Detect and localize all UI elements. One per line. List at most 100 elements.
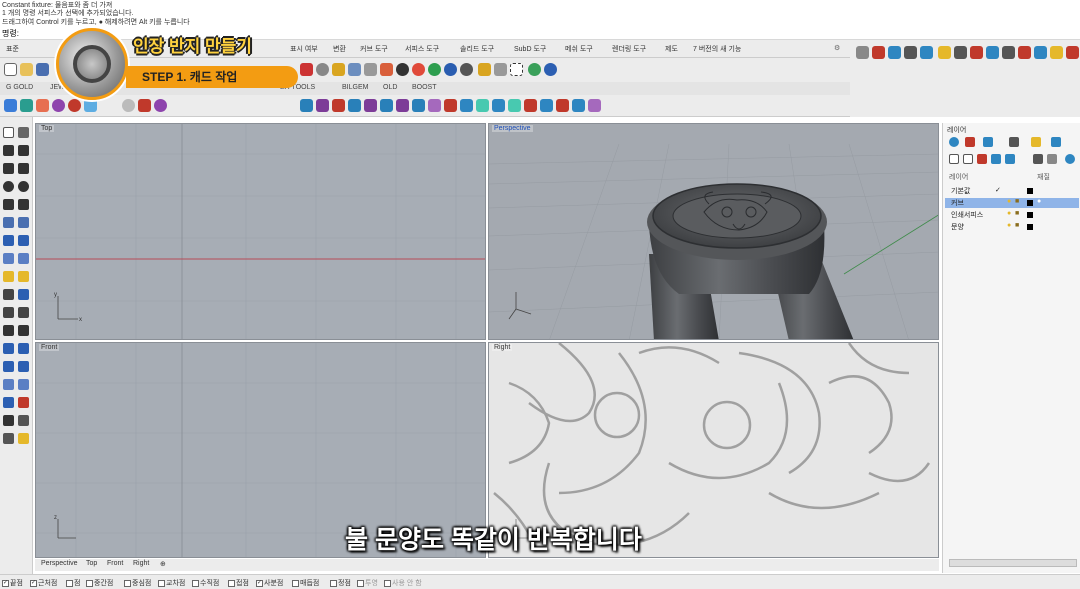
snap-perpendicular[interactable]: 수직점 [192,578,219,588]
toolbar-tool-icon[interactable] [954,46,967,59]
toolbar-tool-icon[interactable] [122,99,135,112]
checkbox-icon[interactable] [192,579,199,587]
layer-row[interactable]: 커브 ● ■ ● [945,198,1079,208]
lock-icon[interactable]: ■ [1015,198,1019,205]
toolbar-tool-icon[interactable] [492,99,505,112]
layer-name[interactable]: 인쇄서피스 [951,210,983,220]
filter-icon[interactable] [1033,154,1043,164]
open-folder-icon[interactable] [20,63,33,76]
gem-icon[interactable] [20,99,33,112]
edit-icon[interactable] [18,289,29,300]
environment-tab-icon[interactable] [1051,137,1061,147]
toolbar-tool-icon[interactable] [348,99,361,112]
toolbar-tool-icon[interactable] [494,63,507,76]
help-icon[interactable] [1065,154,1075,164]
edit-icon[interactable] [3,307,14,318]
viewport-perspective[interactable]: Perspective [488,123,939,340]
bulb-icon[interactable]: ● [1007,198,1011,205]
bulb-icon[interactable]: ● [1007,222,1011,229]
toolbar-tool-icon[interactable] [920,46,933,59]
viewport-label-top[interactable]: Top [39,125,55,132]
gem-icon[interactable] [68,99,81,112]
tab-old[interactable]: OLD [383,84,397,91]
toolbar-tool-icon[interactable] [364,63,377,76]
toolbar-tool-icon[interactable] [904,46,917,59]
tab-perspective[interactable]: Perspective [41,560,78,567]
toolbar-tool-icon[interactable] [986,46,999,59]
analyze-icon[interactable] [18,361,29,372]
gem-icon[interactable] [36,99,49,112]
snap-disable[interactable]: 사용 안 함 [384,578,422,588]
layers-tab-icon[interactable] [949,137,959,147]
lock-icon[interactable]: ■ [1015,210,1019,217]
dimension-icon[interactable] [18,397,29,408]
surface-icon[interactable] [18,217,29,228]
select-arrow-icon[interactable] [3,127,14,138]
toolbar-tool-icon[interactable] [428,63,441,76]
tab-visibility[interactable]: 표시 여부 [290,44,318,54]
bulb-icon[interactable]: ● [1007,210,1011,217]
material-circle-icon[interactable]: ● [1037,198,1041,205]
tab-standard[interactable]: 표준 [6,44,19,54]
checkbox-icon[interactable] [292,579,299,587]
checkbox-icon[interactable] [357,579,364,587]
move-up-icon[interactable] [991,154,1001,164]
render-icon[interactable] [3,379,14,390]
tab-front[interactable]: Front [107,560,123,567]
checkbox-icon[interactable] [384,579,391,587]
layer-color-swatch[interactable] [1027,200,1033,206]
layer-color-swatch[interactable] [1027,212,1033,218]
toolbar-tool-icon[interactable] [444,99,457,112]
tab-new-in-v7[interactable]: 7 버전의 새 기능 [693,44,741,54]
toolbar-tool-icon[interactable] [528,63,541,76]
toolbar-tool-icon[interactable] [300,99,313,112]
toolbar-tool-icon[interactable] [556,99,569,112]
dimension-icon[interactable] [3,397,14,408]
viewport-top[interactable]: y x Top [35,123,486,340]
toolbar-tool-icon[interactable] [938,46,951,59]
toolbar-tool-icon[interactable] [364,99,377,112]
tab-subd-tools[interactable]: SubD 도구 [514,44,546,54]
toolbar-tool-icon[interactable] [460,99,473,112]
viewport-label-right[interactable]: Right [492,344,513,351]
toolbar-tool-icon[interactable] [508,99,521,112]
toolbar-tool-icon[interactable] [888,46,901,59]
add-viewport-icon[interactable]: ⊕ [160,560,166,568]
edit-icon[interactable] [3,325,14,336]
tab-surface-tools[interactable]: 서피스 도구 [405,44,439,54]
layer-row[interactable]: 인쇄서피스 ● ■ [945,210,1079,220]
checkbox-icon[interactable] [158,579,165,587]
edit-icon[interactable] [18,325,29,336]
mesh-icon[interactable] [18,253,29,264]
viewport-label-front[interactable]: Front [39,344,60,351]
snap-tangent[interactable]: 접점 [228,578,249,588]
layer-name[interactable]: 기본값 [951,186,970,196]
toolbar-tool-icon[interactable] [332,63,345,76]
surface-icon[interactable] [3,217,14,228]
snap-near[interactable]: ✓ 근처점 [30,578,57,588]
properties-tab-icon[interactable] [965,137,975,147]
new-sublayer-icon[interactable] [963,154,973,164]
snap-knot[interactable]: 매듭점 [292,578,319,588]
toolbar-tool-icon[interactable] [300,63,313,76]
toolbar-tool-icon[interactable] [412,63,425,76]
toolbar-tool-icon[interactable] [316,99,329,112]
solid-icon[interactable] [18,235,29,246]
toolbar-tool-icon[interactable] [572,99,585,112]
toolbar-tool-icon[interactable] [476,99,489,112]
toolbar-tool-icon[interactable] [970,46,983,59]
toolbar-tool-icon[interactable] [396,63,409,76]
tab-transform[interactable]: 변환 [333,44,346,54]
save-icon[interactable] [36,63,49,76]
snap-project[interactable]: 투영 [357,578,378,588]
new-file-icon[interactable] [4,63,17,76]
tab-drafting[interactable]: 제도 [665,44,678,54]
tab-mesh-tools[interactable]: 메쉬 도구 [565,44,593,54]
layer-color-swatch[interactable] [1027,188,1033,194]
tab-solid-tools[interactable]: 솔리드 도구 [460,44,494,54]
checkbox-icon[interactable]: ✓ [2,579,9,587]
checkbox-icon[interactable] [124,579,131,587]
transform-icon[interactable] [18,271,29,282]
edit-icon[interactable] [3,289,14,300]
toolbar-tool-icon[interactable] [154,99,167,112]
